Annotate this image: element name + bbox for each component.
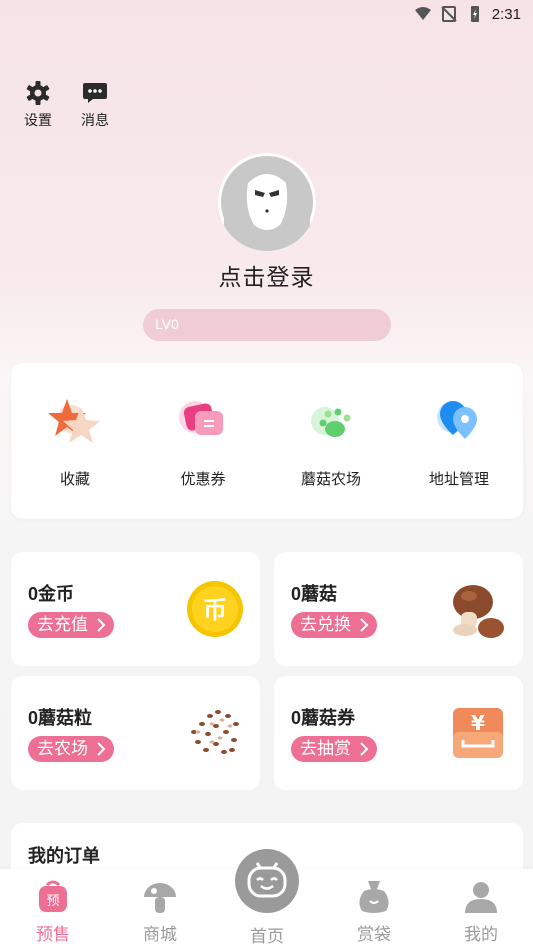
- tab-label: 我的: [464, 925, 498, 944]
- quick-entry-label: 收藏: [59, 471, 90, 488]
- tab-reward-bag[interactable]: 赏袋: [339, 877, 409, 945]
- status-time: 2:31: [491, 5, 521, 23]
- seeds-icon: [191, 710, 239, 754]
- settings-label: 设置: [24, 112, 52, 128]
- chevron-right-icon: [360, 742, 369, 756]
- home-robot-icon: [247, 862, 287, 898]
- location-pin-icon: [437, 401, 477, 439]
- quick-entry-address[interactable]: 地址管理: [395, 393, 523, 489]
- chevron-right-icon: [97, 742, 106, 756]
- coin-icon: 币: [187, 581, 243, 637]
- recharge-button[interactable]: 去充值: [28, 612, 114, 638]
- quick-entries-card: 收藏 优惠券 蘑菇农场 地址管理: [11, 363, 523, 519]
- level-bar: LV0: [143, 309, 391, 341]
- mushroom-seeds-card[interactable]: 0蘑菇粒 去农场: [11, 676, 260, 790]
- exchange-button[interactable]: 去兑换: [291, 612, 377, 638]
- wifi-icon: [414, 7, 431, 20]
- gold-coin-card[interactable]: 0金币 去充值 币: [11, 552, 260, 666]
- presale-bag-icon: 预: [39, 880, 67, 912]
- login-prompt[interactable]: 点击登录: [0, 258, 533, 292]
- tab-label: 商城: [143, 925, 177, 944]
- level-label: LV0: [155, 316, 179, 332]
- messages-label: 消息: [81, 112, 109, 128]
- chevron-right-icon: [360, 618, 369, 632]
- svg-text:¥: ¥: [471, 711, 485, 735]
- messages-button[interactable]: 消息: [75, 80, 115, 130]
- draw-button[interactable]: 去抽赏: [291, 736, 377, 762]
- avatar[interactable]: [218, 153, 316, 251]
- recharge-label: 去充值: [37, 615, 88, 634]
- farm-label: 去农场: [37, 739, 88, 758]
- quick-entry-favorites[interactable]: 收藏: [11, 393, 139, 489]
- svg-text:预: 预: [46, 894, 59, 909]
- tab-mine[interactable]: 我的: [446, 877, 516, 945]
- quick-entry-label: 蘑菇农场: [300, 471, 361, 488]
- quick-entry-label: 地址管理: [428, 471, 489, 488]
- quick-entry-mushroom-farm[interactable]: 蘑菇农场: [267, 393, 395, 489]
- tab-mall[interactable]: 商城: [125, 877, 195, 945]
- voucher-icon: ¥: [453, 708, 503, 758]
- tab-label: 赏袋: [357, 925, 391, 944]
- mushroom-card[interactable]: 0蘑菇 去兑换: [274, 552, 523, 666]
- orders-title: 我的订单: [28, 846, 100, 866]
- no-signal-icon: [441, 6, 457, 22]
- quick-entry-coupons[interactable]: 优惠券: [139, 393, 267, 489]
- mushroom-balance: 0蘑菇: [291, 584, 338, 604]
- tab-label: 预售: [36, 925, 70, 944]
- paw-icon: [311, 407, 351, 437]
- gear-icon: [26, 81, 50, 105]
- seeds-balance: 0蘑菇粒: [28, 708, 93, 728]
- quick-entry-label: 优惠券: [180, 471, 226, 488]
- draw-label: 去抽赏: [300, 739, 351, 758]
- mushroom-icon: [453, 585, 504, 638]
- tab-presale[interactable]: 预 预售: [18, 877, 88, 945]
- reward-bag-icon: [359, 881, 389, 913]
- settings-button[interactable]: 设置: [18, 80, 58, 130]
- user-icon: [465, 882, 497, 913]
- coin-balance: 0金币: [28, 584, 75, 604]
- farm-button[interactable]: 去农场: [28, 736, 114, 762]
- exchange-label: 去兑换: [300, 615, 351, 634]
- battery-icon: [470, 6, 479, 22]
- tab-home[interactable]: [229, 843, 305, 919]
- star-icon: [48, 399, 100, 443]
- svg-text:币: 币: [203, 596, 227, 624]
- mushroom-shop-icon: [144, 883, 176, 913]
- chevron-right-icon: [97, 618, 106, 632]
- coupon-icon: [179, 401, 223, 435]
- tab-label: 首页: [250, 927, 284, 946]
- mushroom-voucher-card[interactable]: 0蘑菇券 去抽赏 ¥: [274, 676, 523, 790]
- status-bar: 2:31: [0, 0, 533, 30]
- default-avatar-icon: [221, 156, 313, 251]
- voucher-balance: 0蘑菇券: [291, 708, 356, 728]
- message-icon: [83, 83, 107, 103]
